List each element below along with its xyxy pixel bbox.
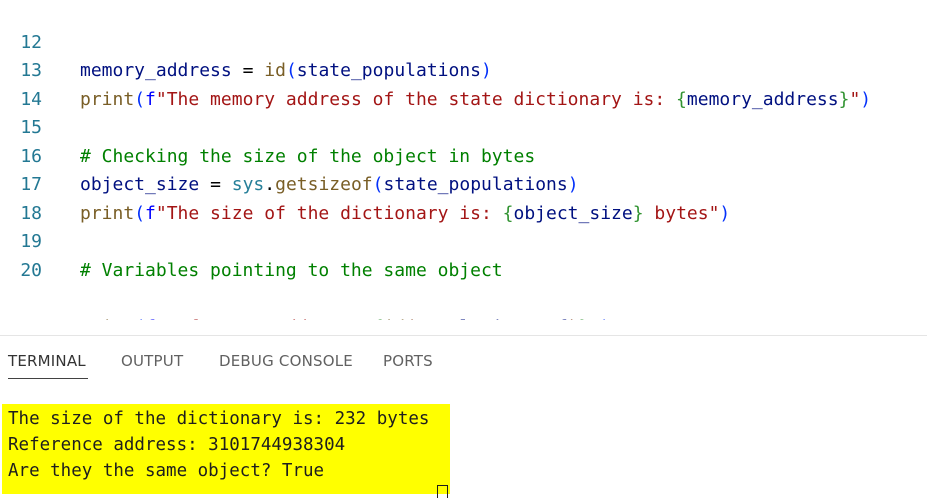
tab-debug-console[interactable]: DEBUG CONSOLE bbox=[219, 352, 353, 370]
code-line[interactable]: 20 population_ref = state_populations bbox=[0, 228, 927, 310]
code-line[interactable]: 12 memory_address = id(state_populations… bbox=[0, 0, 927, 82]
bottom-panel: TERMINAL OUTPUT DEBUG CONSOLE PORTS The … bbox=[0, 335, 927, 498]
code-line[interactable]: 17 print(f"The size of the dictionary is… bbox=[0, 143, 927, 224]
code-line[interactable]: 19 # Variables pointing to the same obje… bbox=[0, 200, 927, 281]
code-line-current[interactable]: 22 print(f"Are they the same object? {po… bbox=[0, 285, 927, 320]
tab-terminal[interactable]: TERMINAL bbox=[8, 352, 86, 370]
code-text[interactable]: print(f"Reference address: {id(populatio… bbox=[80, 314, 611, 321]
code-editor[interactable]: 12 memory_address = id(state_populations… bbox=[0, 0, 927, 320]
code-line[interactable]: 15 # Checking the size of the object in … bbox=[0, 86, 927, 167]
tab-output[interactable]: OUTPUT bbox=[121, 352, 183, 370]
code-line[interactable]: 16 object_size = sys.getsizeof(state_pop… bbox=[0, 114, 927, 196]
terminal-cursor bbox=[437, 485, 448, 498]
terminal-line: Are they the same object? True bbox=[8, 461, 325, 481]
active-tab-indicator bbox=[8, 378, 88, 379]
code-line[interactable]: 14 bbox=[0, 57, 927, 110]
terminal-line: Reference address: 3101744938304 bbox=[8, 435, 346, 455]
code-line[interactable]: 13 print(f"The memory address of the sta… bbox=[0, 29, 927, 110]
line-number-active: 22 bbox=[0, 314, 42, 321]
tab-ports[interactable]: PORTS bbox=[383, 352, 433, 370]
terminal-output[interactable]: The size of the dictionary is: 232 bytes… bbox=[0, 404, 927, 498]
panel-tabs: TERMINAL OUTPUT DEBUG CONSOLE PORTS bbox=[0, 336, 927, 381]
terminal-line: The size of the dictionary is: 232 bytes bbox=[8, 409, 430, 429]
code-line[interactable]: 18 bbox=[0, 171, 927, 224]
code-line[interactable]: 21 print(f"Reference address: {id(popula… bbox=[0, 257, 927, 320]
